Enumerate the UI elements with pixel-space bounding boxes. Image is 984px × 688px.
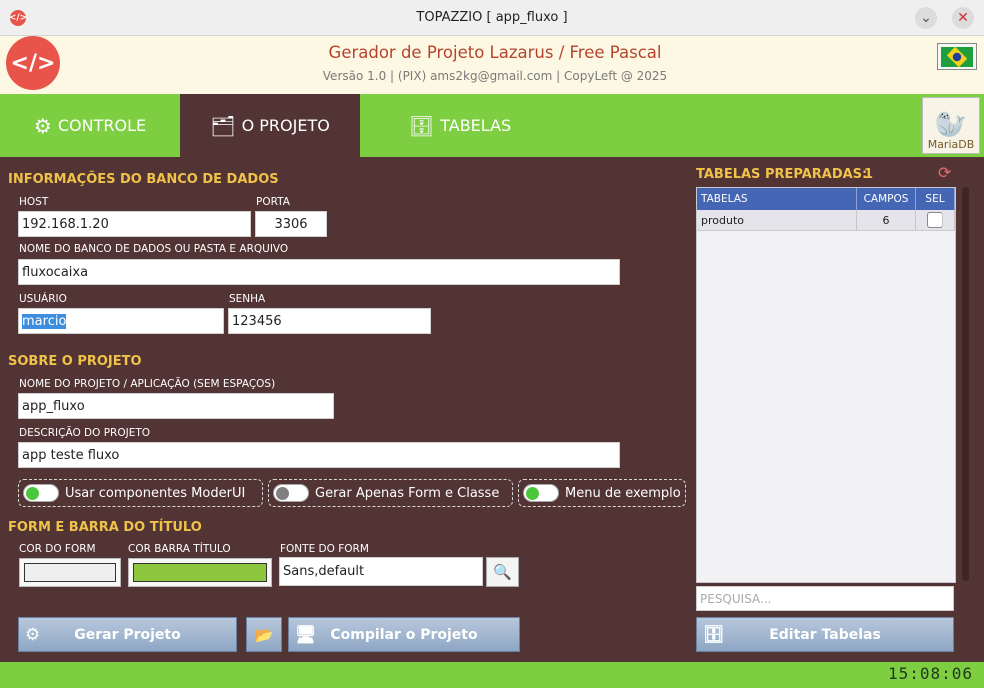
toggle-moderui[interactable]: Usar componentes ModerUI xyxy=(18,479,263,507)
table-name-cell[interactable]: produto xyxy=(697,210,857,230)
mariadb-logo: 🦭 MariaDB xyxy=(922,97,980,154)
toggle-switch[interactable] xyxy=(23,484,59,502)
tab-o-projeto[interactable]: 🗂 O PROJETO xyxy=(180,94,360,157)
dbname-label: NOME DO BANCO DE DADOS OU PASTA E ARQUIV… xyxy=(19,243,289,255)
project-name-input[interactable]: app_fluxo xyxy=(18,393,334,419)
project-desc-label: DESCRIÇÃO DO PROJETO xyxy=(19,427,151,439)
folder-icon: 📂 xyxy=(254,625,274,644)
user-label: USUÁRIO xyxy=(19,293,67,305)
mariadb-logo-text: MariaDB xyxy=(927,138,975,151)
grid-scrollbar[interactable] xyxy=(962,187,969,581)
toggle-label: Gerar Apenas Form e Classe xyxy=(315,485,500,501)
password-label: SENHA xyxy=(229,293,266,305)
chevron-down-icon: ⌄ xyxy=(920,10,932,26)
toggle-menu-exemplo[interactable]: Menu de exemplo xyxy=(518,479,686,507)
table-select-cell[interactable] xyxy=(916,210,955,230)
host-value: 192.168.1.20 xyxy=(22,216,109,232)
section-form: FORM E BARRA DO TÍTULO xyxy=(8,520,202,535)
section-db-info: INFORMAÇÕES DO BANCO DE DADOS xyxy=(8,172,279,187)
toggle-label: Menu de exemplo xyxy=(565,485,681,501)
gears-icon: ⚙ xyxy=(33,113,52,138)
magnifier-icon: 🔍 xyxy=(493,563,512,581)
host-input[interactable]: 192.168.1.20 xyxy=(18,211,251,237)
section-project: SOBRE O PROJETO xyxy=(8,354,142,369)
toggle-form-classe[interactable]: Gerar Apenas Form e Classe xyxy=(268,479,513,507)
table-fields-cell[interactable]: 6 xyxy=(857,210,916,230)
port-label: PORTA xyxy=(256,196,290,208)
tab-tabelas[interactable]: 🗄 TABELAS xyxy=(360,94,560,157)
password-input[interactable]: 123456 xyxy=(228,308,431,334)
font-value: Sans,default xyxy=(283,564,365,579)
project-desc-value: app teste fluxo xyxy=(22,447,120,463)
port-value: 3306 xyxy=(274,216,308,232)
database-icon: 🗄 xyxy=(408,113,435,138)
toggle-switch[interactable] xyxy=(273,484,309,502)
tab-label: CONTROLE xyxy=(57,116,147,135)
tables-search-input[interactable]: PESQUISA... xyxy=(696,586,954,611)
title-color-swatch xyxy=(133,563,267,582)
col-campos[interactable]: CAMPOS xyxy=(857,188,916,210)
grid-header: TABELAS CAMPOS SEL xyxy=(697,188,955,210)
clock-display: 15:08:06 xyxy=(888,664,974,683)
toggle-switch[interactable] xyxy=(523,484,559,502)
project-icon: 🗂 xyxy=(210,113,236,138)
toggle-label: Usar componentes ModerUI xyxy=(65,485,246,501)
user-input[interactable]: marcio xyxy=(18,308,224,334)
edit-tables-button[interactable]: 🗄 Editar Tabelas xyxy=(696,617,954,652)
font-search-button[interactable]: 🔍 xyxy=(486,557,519,587)
search-placeholder: PESQUISA... xyxy=(700,591,772,606)
project-name-value: app_fluxo xyxy=(22,398,85,414)
table-row[interactable]: produto 6 xyxy=(697,210,955,231)
project-name-label: NOME DO PROJETO / APLICAÇÃO (SEM ESPAÇOS… xyxy=(19,378,276,390)
button-label: Compilar o Projeto xyxy=(330,626,478,643)
tab-controle[interactable]: ⚙ CONTROLE xyxy=(0,94,180,157)
title-color-label: COR BARRA TÍTULO xyxy=(128,543,231,555)
close-button[interactable]: ✕ xyxy=(952,7,974,29)
status-bar xyxy=(0,662,984,688)
form-color-picker[interactable] xyxy=(19,558,121,587)
open-folder-button[interactable]: 📂 xyxy=(246,617,282,652)
font-label: FONTE DO FORM xyxy=(280,543,369,555)
port-input[interactable]: 3306 xyxy=(255,211,327,237)
tab-label: TABELAS xyxy=(440,116,512,135)
compile-icon: 🖥 xyxy=(295,625,317,645)
seal-icon: 🦭 xyxy=(934,110,968,140)
col-tabelas[interactable]: TABELAS xyxy=(697,188,857,210)
password-value: 123456 xyxy=(232,313,282,329)
select-checkbox[interactable] xyxy=(927,212,943,228)
tables-count: 1 xyxy=(864,167,874,182)
button-label: Gerar Projeto xyxy=(74,626,181,643)
form-color-swatch xyxy=(24,563,116,582)
form-color-label: COR DO FORM xyxy=(19,543,96,555)
tables-grid[interactable]: TABELAS CAMPOS SEL produto 6 xyxy=(696,187,956,583)
gears-icon: ⚙ xyxy=(25,625,41,645)
dbname-value: fluxocaixa xyxy=(22,264,89,280)
minimize-button[interactable]: ⌄ xyxy=(915,7,937,29)
database-icon: 🗄 xyxy=(703,625,725,645)
col-sel[interactable]: SEL xyxy=(916,188,955,210)
title-color-picker[interactable] xyxy=(128,558,272,587)
refresh-icon[interactable]: ⟳ xyxy=(938,163,951,182)
host-label: HOST xyxy=(19,196,49,208)
user-value: marcio xyxy=(22,313,67,329)
project-desc-input[interactable]: app teste fluxo xyxy=(18,442,620,468)
app-subtitle: Versão 1.0 | (PIX) ams2kg@gmail.com | Co… xyxy=(322,69,668,83)
button-label: Editar Tabelas xyxy=(769,626,881,643)
compile-project-button[interactable]: 🖥 Compilar o Projeto xyxy=(288,617,520,652)
window-title: TOPAZZIO [ app_fluxo ] xyxy=(416,10,568,25)
dbname-input[interactable]: fluxocaixa xyxy=(18,259,620,285)
font-input[interactable]: Sans,default xyxy=(279,557,483,586)
app-title: Gerador de Projeto Lazarus / Free Pascal xyxy=(328,43,662,62)
tables-heading: TABELAS PREPARADAS: xyxy=(696,167,868,182)
generate-project-button[interactable]: ⚙ Gerar Projeto xyxy=(18,617,237,652)
close-icon: ✕ xyxy=(957,10,969,26)
brazil-flag-icon[interactable] xyxy=(937,43,977,70)
tab-label: O PROJETO xyxy=(241,116,330,135)
